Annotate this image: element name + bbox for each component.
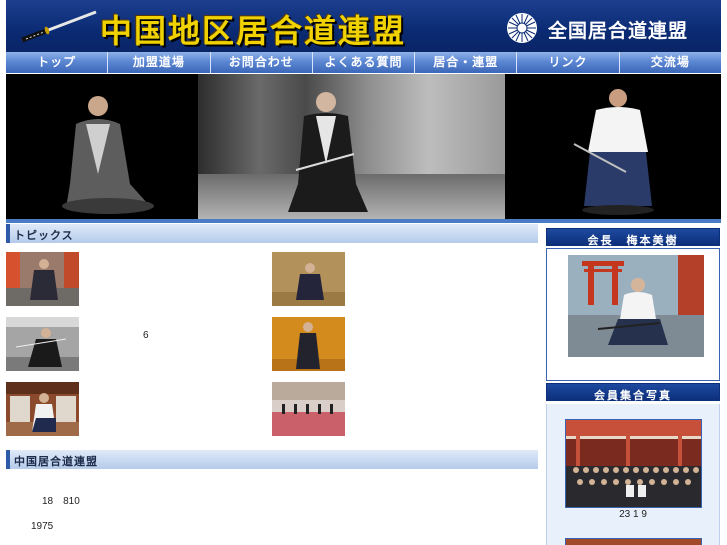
members-photo-header: 会員集合写真 <box>546 383 720 402</box>
federation-paragraph: 1975 <box>31 521 54 532</box>
members-group-photo[interactable] <box>565 419 702 508</box>
nav-item-contact[interactable]: お問合わせ <box>211 52 313 73</box>
federation-section-title: 中国居合道連盟 <box>14 455 98 468</box>
federation-paragraph: 18 810 <box>42 496 80 507</box>
main-nav: トップ 加盟道場 お問合わせ よくある質問 居合・連盟 リンク 交流場 <box>6 52 721 73</box>
chrysanthemum-crest-icon <box>507 13 537 43</box>
members-panel: 23 1 9 <box>546 404 720 545</box>
topic-thumbnail[interactable] <box>272 382 345 436</box>
nav-item-links[interactable]: リンク <box>517 52 620 73</box>
site-title[interactable]: 中国地区居合道連盟 <box>100 6 406 52</box>
nav-item-exchange[interactable]: 交流場 <box>620 52 721 73</box>
hero-image <box>6 74 721 220</box>
drawing-sword-figure <box>288 92 368 212</box>
topic-thumbnail[interactable] <box>6 382 79 436</box>
nav-item-iai-federation[interactable]: 居合・連盟 <box>415 52 518 73</box>
topic-thumbnail[interactable] <box>6 317 79 371</box>
members-title: 会員集合写真 <box>594 389 672 402</box>
page: 中国地区居合道連盟 全国居合道連盟 トップ 加盟道場 お問合わせ よくある質問 … <box>0 0 727 545</box>
katana-icon <box>21 10 97 43</box>
president-panel <box>546 248 720 381</box>
topic-thumbnail[interactable] <box>272 252 345 306</box>
members-group-photo-2[interactable] <box>565 538 702 545</box>
topic-text[interactable]: 6 <box>143 330 149 341</box>
hero-divider <box>6 219 721 223</box>
national-federation-link[interactable]: 全国居合道連盟 <box>548 16 688 43</box>
topics-title: トピックス <box>14 229 74 242</box>
topics-header: トピックス <box>6 224 538 243</box>
president-photo <box>568 255 704 357</box>
topic-thumbnail[interactable] <box>272 317 345 371</box>
members-photo-caption: 23 1 9 <box>619 509 647 520</box>
president-header: 会長 梅本美樹 <box>546 228 720 247</box>
nav-item-top[interactable]: トップ <box>6 52 109 73</box>
federation-section-header: 中国居合道連盟 <box>6 450 538 469</box>
kneeling-master-figure <box>62 96 154 214</box>
topic-thumbnail[interactable] <box>6 252 79 306</box>
standing-swordsman-figure <box>573 89 654 215</box>
header-banner: 中国地区居合道連盟 全国居合道連盟 <box>6 0 721 52</box>
nav-item-faq[interactable]: よくある質問 <box>313 52 416 73</box>
nav-item-member-dojos[interactable]: 加盟道場 <box>108 52 211 73</box>
president-title: 会長 梅本美樹 <box>587 234 679 247</box>
